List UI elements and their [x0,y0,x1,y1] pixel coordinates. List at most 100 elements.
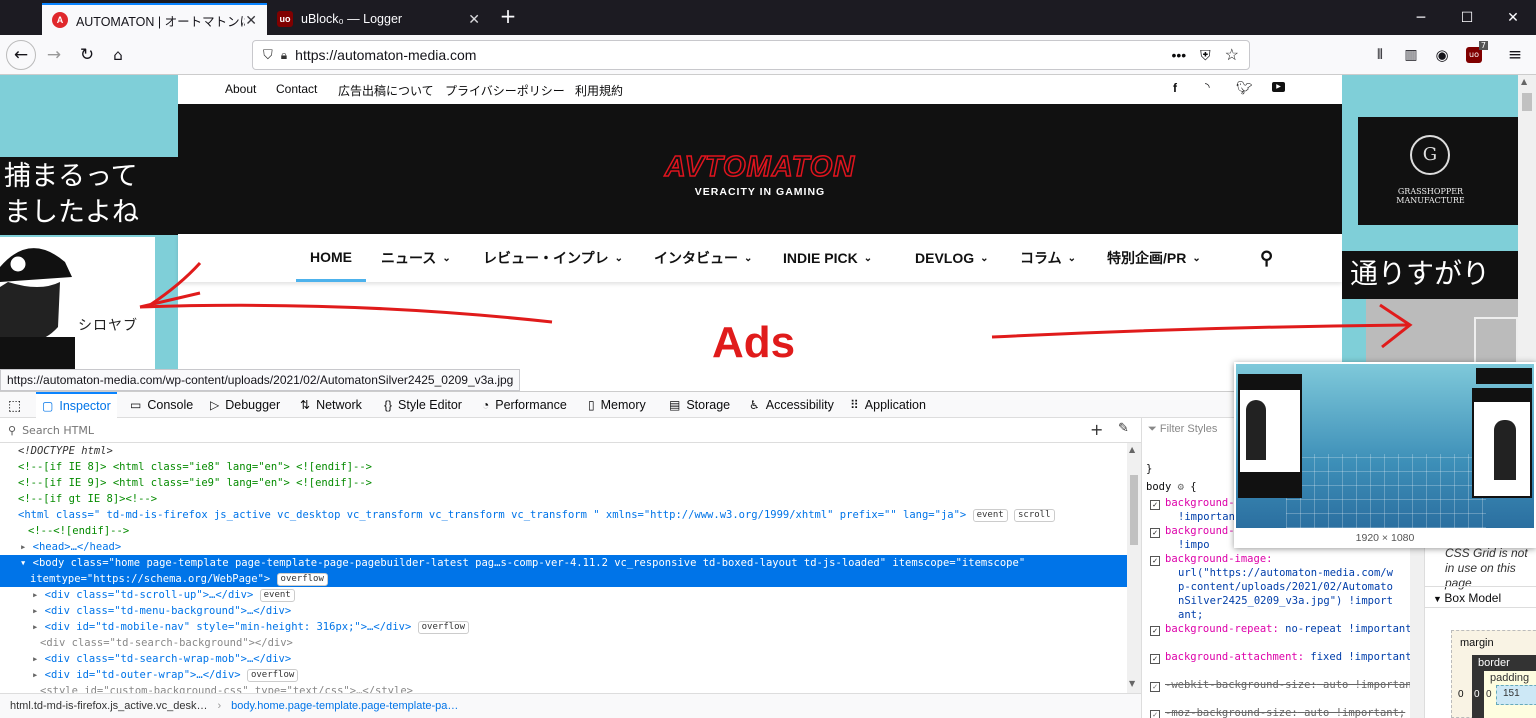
rule-value-url[interactable]: url("https://automaton-media.com/wp-cont… [1178,566,1398,622]
overflow-badge[interactable]: overflow [417,621,469,634]
markup-line[interactable]: ▸ <div class="td-search-wrap-mob">…</div… [0,651,1127,667]
minimize-button[interactable]: ─ [1398,0,1444,35]
close-tab-icon[interactable]: ✕ [245,12,257,29]
web-page-viewport: 捕まるって ましたよね シロヤブ About Contact 広告出稿について … [0,75,1518,369]
rule-declaration[interactable]: ✓ background-image: [1142,552,1272,566]
box-model-content[interactable]: 151 [1496,685,1536,705]
close-window-button[interactable]: ✕ [1490,0,1536,35]
rule-declaration-overridden[interactable]: ✓ -webkit-background-size: auto !importan… [1142,678,1424,692]
markup-line[interactable]: ▸ <div id="td-outer-wrap">…</div> overfl… [0,667,1127,683]
box-model-padding[interactable]: padding 0 151 [1484,671,1536,718]
menu-hamburger-icon[interactable]: ≡ [1501,41,1529,69]
pocket-icon[interactable]: ⛨ [1200,47,1211,64]
new-tab-button[interactable]: + [496,4,520,30]
markup-line-body-selected[interactable]: ▾ <body class="home page-template page-t… [0,555,1127,587]
tab-style-editor[interactable]: {} Style Editor [384,392,462,418]
event-badge[interactable]: event [972,509,1008,522]
markup-line[interactable]: <!--<![endif]--> [0,523,1127,539]
checkbox-icon[interactable]: ✓ [1150,710,1160,718]
box-model-margin[interactable]: margin 0 border 0 padding 0 151 [1451,630,1536,718]
account-icon[interactable]: ◉ [1428,41,1456,69]
rule-declaration-overridden[interactable]: ✓ -moz-background-size: auto !important; [1142,706,1405,718]
element-picker-icon[interactable]: ⬚ [8,392,21,418]
url-bar[interactable]: ⛉ 🔒︎ https://automaton-media.com ••• ⛨ ☆ [252,40,1250,70]
rule-settings-icon[interactable]: ⚙ [1178,481,1184,493]
markup-line[interactable]: ▸ <div id="td-mobile-nav" style="min-hei… [0,619,1127,635]
checkbox-icon[interactable]: ✓ [1150,528,1160,538]
back-icon[interactable]: ← [6,40,36,70]
box-model-border[interactable]: border 0 padding 0 151 [1472,655,1536,718]
add-node-icon[interactable]: + [1090,420,1103,439]
ublock-count-badge: 7 [1478,41,1488,50]
tab-inspector[interactable]: ▢ Inspector [36,392,117,418]
markup-line[interactable]: ▸ <div class="td-menu-background">…</div… [0,603,1127,619]
tab-automaton[interactable]: A AUTOMATON | オートマトンは日本 ✕ [42,3,267,35]
filter-styles-field[interactable]: ⏷ Filter Styles [1148,422,1217,436]
markup-line[interactable]: ▸ <div class="td-scroll-up">…</div> even… [0,587,1127,603]
url-text[interactable]: https://automaton-media.com [295,47,476,63]
rule-declaration[interactable]: ✓ background- [1142,496,1235,510]
close-tab-icon[interactable]: ✕ [468,11,480,28]
event-badge[interactable]: event [259,589,295,602]
markup-line[interactable]: <!--[if IE 9]> <html class="ie9" lang="e… [0,475,1127,491]
rule-declaration[interactable]: ✓ background- [1142,524,1235,538]
expand-arrow-icon[interactable]: ▸ [20,541,33,553]
search-html-input[interactable] [22,423,1023,437]
box-model-header[interactable]: ▼ Box Model [1425,586,1536,608]
checkbox-icon[interactable]: ✓ [1150,626,1160,636]
reload-icon[interactable]: ↻ [73,41,101,69]
breadcrumb-html[interactable]: html.td-md-is-firefox.js_active.vc_desk… [0,700,217,712]
ublock-icon[interactable]: uo 7 [1460,41,1488,69]
preview-left-panel [1238,374,1302,498]
breadcrumb-body[interactable]: body.home.page-template.page-template-pa… [221,700,468,712]
tab-console[interactable]: ▭ Console [130,392,193,418]
margin-left-value[interactable]: 0 [1458,689,1464,700]
debugger-icon: ▷ [210,398,220,412]
tab-debugger[interactable]: ▷ Debugger [210,392,280,418]
console-icon: ▭ [130,398,142,412]
markup-line[interactable]: <!DOCTYPE html> [0,443,1127,459]
overflow-badge[interactable]: overflow [276,573,328,586]
markup-view[interactable]: <!DOCTYPE html> <!--[if IE 8]> <html cla… [0,443,1127,693]
markup-line-head[interactable]: ▸ <head>…</head> [0,539,1127,555]
border-left-value[interactable]: 0 [1474,689,1480,700]
padding-left-value[interactable]: 0 [1486,689,1492,700]
page-scrollbar[interactable]: ▲ [1518,75,1536,369]
forward-icon[interactable]: → [40,41,68,69]
checkbox-icon[interactable]: ✓ [1150,556,1160,566]
maximize-button[interactable]: ☐ [1444,0,1490,35]
breadcrumb: html.td-md-is-firefox.js_active.vc_desk…… [0,693,1141,718]
eyedropper-icon[interactable]: ✎ [1118,421,1129,436]
markup-line[interactable]: <style id="custom-background-css" type="… [0,683,1127,693]
tab-memory[interactable]: ▯ Memory [588,392,646,418]
sidebar-icon[interactable]: ▥ [1397,41,1425,69]
rule-declaration[interactable]: ✓ background-attachment: fixed !important… [1142,650,1418,664]
tab-accessibility[interactable]: ♿︎ Accessibility [749,392,834,418]
tab-application[interactable]: ⠿ Application [850,392,926,418]
tab-network[interactable]: ⇅ Network [300,392,362,418]
tab-ublock-logger[interactable]: uo uBlock₀ — Logger ✕ [267,3,490,35]
markup-line-html[interactable]: <html class=" td-md-is-firefox js_active… [0,507,1127,523]
status-link-url: https://automaton-media.com/wp-content/u… [0,369,521,391]
overflow-badge[interactable]: overflow [246,669,299,682]
markup-line[interactable]: <div class="td-search-background"></div> [0,635,1127,651]
markup-line[interactable]: <!--[if gt IE 8]><!--> [0,491,1127,507]
lock-icon[interactable]: 🔒︎ [281,48,287,63]
page-actions-icon[interactable]: ••• [1171,47,1186,63]
rule-declaration[interactable]: ✓ background-repeat: no-repeat !important… [1142,622,1418,636]
home-icon[interactable]: ⌂ [104,41,132,69]
scroll-badge[interactable]: scroll [1013,509,1055,522]
markup-scrollbar[interactable]: ▲ ▼ [1127,443,1141,693]
tab-storage[interactable]: ▤ Storage [669,392,730,418]
bookmark-star-icon[interactable]: ☆ [1225,45,1239,65]
tab-performance[interactable]: ◔ Performance [482,392,567,418]
rule-selector[interactable]: body ⚙ { [1146,480,1197,494]
checkbox-icon[interactable]: ✓ [1150,500,1160,510]
shield-icon[interactable]: ⛉ [263,47,273,63]
rules-scrollbar[interactable] [1410,548,1424,718]
checkbox-icon[interactable]: ✓ [1150,682,1160,692]
collapse-arrow-icon[interactable]: ▾ [20,557,33,569]
library-icon[interactable]: ⫴ [1366,41,1394,69]
checkbox-icon[interactable]: ✓ [1150,654,1160,664]
markup-line[interactable]: <!--[if IE 8]> <html class="ie8" lang="e… [0,459,1127,475]
